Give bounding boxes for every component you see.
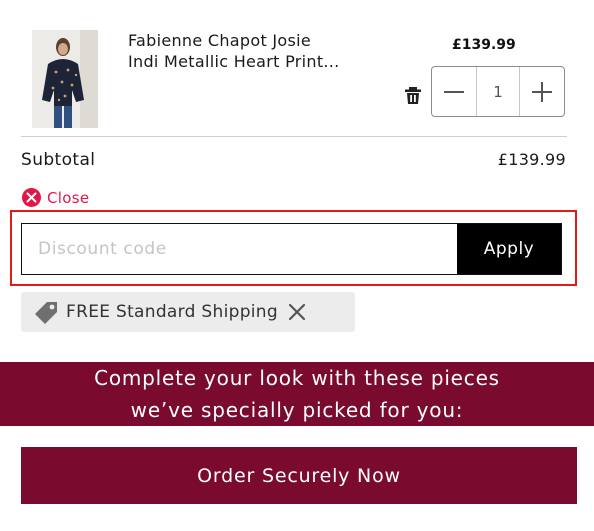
plus-icon [532,81,552,102]
order-securely-button[interactable]: Order Securely Now [21,447,577,504]
apply-button[interactable]: Apply [457,224,561,274]
close-icon [22,188,41,207]
cart-item: Fabienne Chapot Josie Indi Metallic Hear… [0,0,594,136]
remove-shipping-icon[interactable] [287,302,307,322]
shipping-label: FREE Standard Shipping [66,302,278,322]
discount-code-input[interactable] [22,224,457,274]
divider [21,136,567,137]
shipping-badge: FREE Standard Shipping [21,292,355,332]
subtotal-value: £139.99 [497,150,566,169]
close-discount-button[interactable]: Close [22,188,89,207]
decrease-quantity-button[interactable] [432,67,476,116]
subtotal-label: Subtotal [21,150,96,170]
close-label: Close [47,188,90,207]
recommendations-banner: Complete your look with these pieces we’… [0,362,594,426]
banner-line2: we’ve specially picked for you: [130,398,464,422]
product-name-line1: Fabienne Chapot Josie [128,31,312,50]
price-tag-icon [32,298,60,326]
product-name-line2: Indi Metallic Heart Print... [128,52,340,71]
increase-quantity-button[interactable] [520,67,564,116]
banner-line1: Complete your look with these pieces [94,366,500,390]
product-price: £139.99 [452,37,516,53]
product-name[interactable]: Fabienne Chapot Josie Indi Metallic Hear… [128,30,390,72]
discount-form: Apply [21,223,562,275]
product-image[interactable] [32,30,98,128]
minus-icon [444,90,464,93]
quantity-stepper: 1 [431,66,565,117]
trash-icon[interactable] [402,84,424,106]
quantity-value[interactable]: 1 [476,67,520,116]
